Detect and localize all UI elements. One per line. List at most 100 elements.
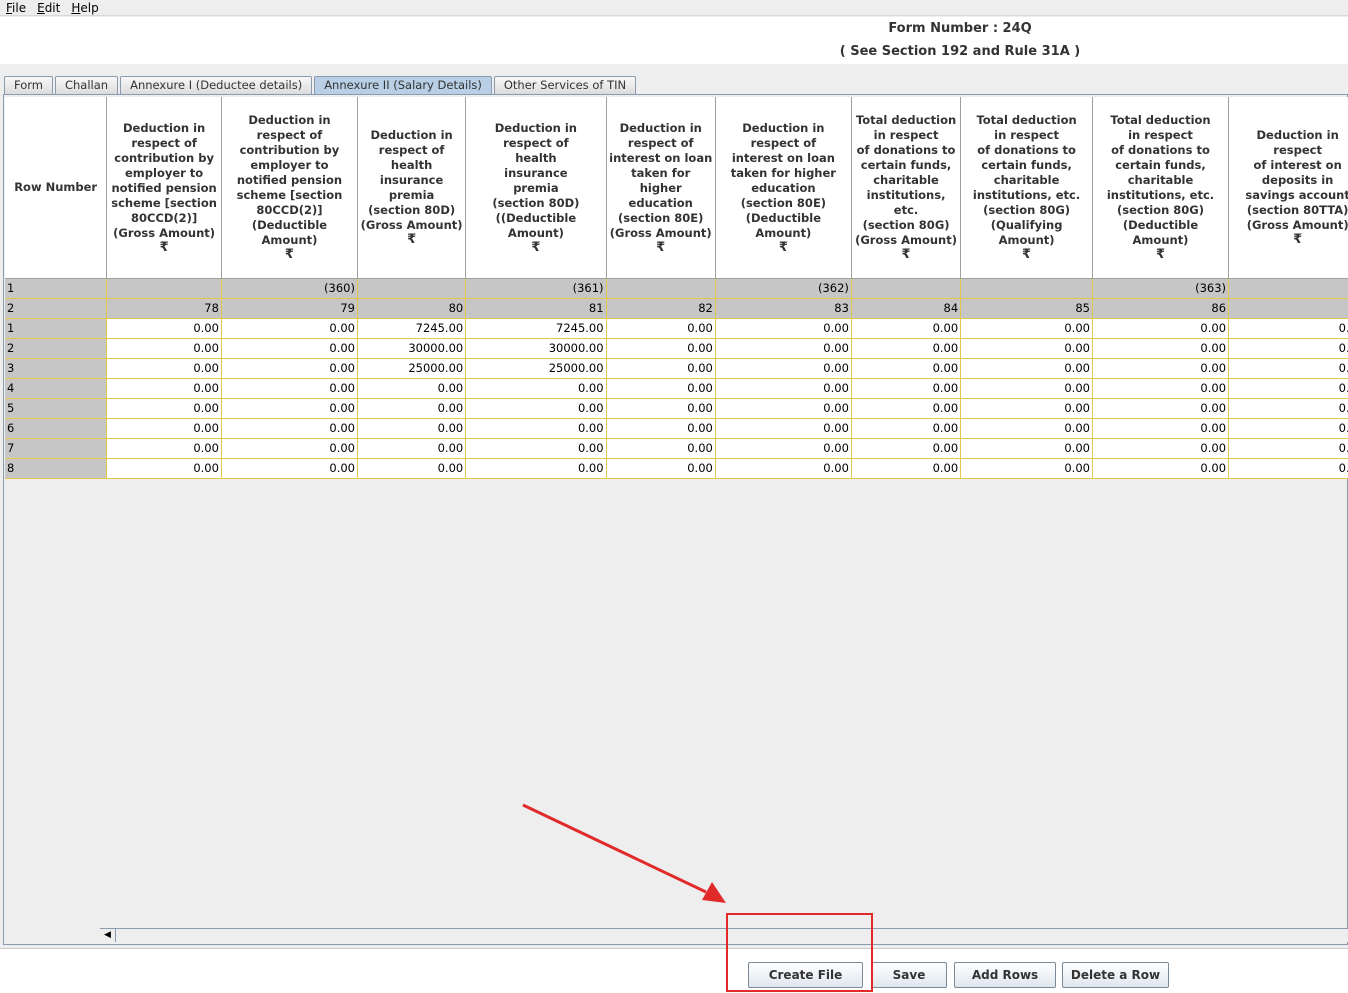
table-cell[interactable]: 0.00: [1092, 318, 1230, 339]
delete-row-button[interactable]: Delete a Row: [1062, 962, 1169, 988]
table-cell[interactable]: 0.00: [960, 458, 1093, 479]
table-cell[interactable]: 0.00: [106, 358, 222, 379]
table-cell[interactable]: 0.00: [1228, 438, 1348, 459]
table-cell[interactable]: 0.00: [221, 438, 358, 459]
table-cell[interactable]: 0.00: [960, 358, 1093, 379]
column-header[interactable]: Total deduction in respect of donations …: [1092, 97, 1230, 279]
table-cell[interactable]: 0.00: [960, 418, 1093, 439]
table-cell[interactable]: 0.00: [1092, 438, 1230, 459]
table-cell[interactable]: 0.00: [715, 418, 852, 439]
table-cell[interactable]: 0.00: [1228, 358, 1348, 379]
table-cell[interactable]: 0.00: [1092, 358, 1230, 379]
tab-form[interactable]: Form: [4, 76, 53, 94]
table-cell[interactable]: 0.00: [1228, 338, 1348, 359]
tab-challan[interactable]: Challan: [54, 76, 119, 94]
table-cell[interactable]: 0.00: [851, 458, 962, 479]
table-cell[interactable]: 0.00: [606, 358, 716, 379]
table-cell[interactable]: 0.00: [357, 438, 467, 459]
table-cell[interactable]: 0.00: [221, 358, 358, 379]
table-cell[interactable]: 0.00: [357, 418, 467, 439]
column-header[interactable]: Deduction in respect of contribution by …: [221, 97, 358, 279]
table-cell[interactable]: 0.00: [221, 398, 358, 419]
table-cell[interactable]: 0.00: [221, 418, 358, 439]
table-cell[interactable]: 0.00: [606, 318, 716, 339]
table-cell[interactable]: 0.00: [221, 458, 358, 479]
table-cell[interactable]: 0.00: [715, 338, 852, 359]
save-button[interactable]: Save: [871, 962, 947, 988]
table-cell[interactable]: 0.00: [1228, 378, 1348, 399]
table-cell[interactable]: 30000.00: [357, 338, 467, 359]
table-cell[interactable]: 25000.00: [465, 358, 607, 379]
create-file-button[interactable]: Create File: [748, 962, 863, 988]
column-header[interactable]: Deduction in respect of interest on loan…: [715, 97, 852, 279]
table-cell[interactable]: 0.00: [960, 378, 1093, 399]
table-cell[interactable]: 0.00: [851, 338, 962, 359]
table-cell[interactable]: 0.00: [1092, 458, 1230, 479]
table-cell[interactable]: 0.00: [606, 398, 716, 419]
column-header[interactable]: Deduction in respect of interest on depo…: [1228, 97, 1348, 279]
table-cell[interactable]: 0.00: [851, 398, 962, 419]
table-cell[interactable]: 0.00: [1092, 338, 1230, 359]
table-cell[interactable]: 0.00: [221, 318, 358, 339]
tab-annexure-ii-salary-details[interactable]: Annexure II (Salary Details): [314, 76, 492, 94]
table-cell[interactable]: 7245.00: [465, 318, 607, 339]
table-cell[interactable]: 0.00: [1228, 418, 1348, 439]
table-cell[interactable]: 0.00: [715, 378, 852, 399]
horizontal-scrollbar[interactable]: ◀: [100, 928, 1348, 942]
menu-help[interactable]: Help: [71, 1, 98, 15]
table-cell[interactable]: 0.00: [106, 418, 222, 439]
column-header[interactable]: Row Number: [5, 97, 108, 279]
table-cell[interactable]: 0.00: [851, 318, 962, 339]
table-cell[interactable]: 0.00: [1092, 378, 1230, 399]
table-cell[interactable]: 30000.00: [465, 338, 607, 359]
table-cell[interactable]: 0.00: [715, 438, 852, 459]
table-cell[interactable]: 25000.00: [357, 358, 467, 379]
table-cell[interactable]: 0.00: [106, 458, 222, 479]
table-cell[interactable]: 0.00: [851, 358, 962, 379]
table-cell[interactable]: 0.00: [960, 438, 1093, 459]
column-header[interactable]: Deduction in respect of contribution by …: [106, 97, 222, 279]
table-cell[interactable]: 0.00: [106, 318, 222, 339]
table-cell[interactable]: 0.00: [606, 438, 716, 459]
table-cell[interactable]: 0.00: [465, 378, 607, 399]
table-cell[interactable]: 7245.00: [357, 318, 467, 339]
column-header[interactable]: Total deduction in respect of donations …: [960, 97, 1093, 279]
table-cell[interactable]: 0.00: [357, 378, 467, 399]
column-header[interactable]: Deduction in respect of interest on loan…: [606, 97, 716, 279]
table-cell[interactable]: 0.00: [715, 458, 852, 479]
table-cell[interactable]: 0.00: [357, 458, 467, 479]
table-cell[interactable]: 0.00: [357, 398, 467, 419]
table-cell[interactable]: 0.00: [1228, 318, 1348, 339]
column-header[interactable]: Deduction in respect of health insurance…: [357, 97, 467, 279]
table-cell[interactable]: 0.00: [465, 398, 607, 419]
table-cell[interactable]: 0.00: [715, 358, 852, 379]
menu-edit[interactable]: Edit: [37, 1, 60, 15]
table-cell[interactable]: 0.00: [221, 378, 358, 399]
menu-file[interactable]: File: [6, 1, 26, 15]
table-cell[interactable]: 0.00: [106, 378, 222, 399]
table-cell[interactable]: 0.00: [1228, 458, 1348, 479]
table-cell[interactable]: 0.00: [960, 398, 1093, 419]
table-cell[interactable]: 0.00: [851, 378, 962, 399]
column-header[interactable]: Deduction in respect of health insurance…: [465, 97, 607, 279]
table-cell[interactable]: 0.00: [106, 338, 222, 359]
table-cell[interactable]: 0.00: [465, 438, 607, 459]
table-cell[interactable]: 0.00: [960, 318, 1093, 339]
table-cell[interactable]: 0.00: [1092, 418, 1230, 439]
table-cell[interactable]: 0.00: [106, 398, 222, 419]
table-cell[interactable]: 0.00: [1092, 398, 1230, 419]
table-cell[interactable]: 0.00: [1228, 398, 1348, 419]
scroll-left-icon[interactable]: ◀: [100, 929, 116, 942]
table-cell[interactable]: 0.00: [221, 338, 358, 359]
table-cell[interactable]: 0.00: [465, 458, 607, 479]
table-cell[interactable]: 0.00: [465, 418, 607, 439]
table-cell[interactable]: 0.00: [106, 438, 222, 459]
tab-annexure-i-deductee-details[interactable]: Annexure I (Deductee details): [120, 76, 313, 94]
table-cell[interactable]: 0.00: [851, 438, 962, 459]
table-cell[interactable]: 0.00: [606, 338, 716, 359]
tab-other-services-of-tin[interactable]: Other Services of TIN: [493, 76, 637, 94]
table-cell[interactable]: 0.00: [960, 338, 1093, 359]
table-cell[interactable]: 0.00: [606, 378, 716, 399]
table-cell[interactable]: 0.00: [851, 418, 962, 439]
table-cell[interactable]: 0.00: [606, 418, 716, 439]
